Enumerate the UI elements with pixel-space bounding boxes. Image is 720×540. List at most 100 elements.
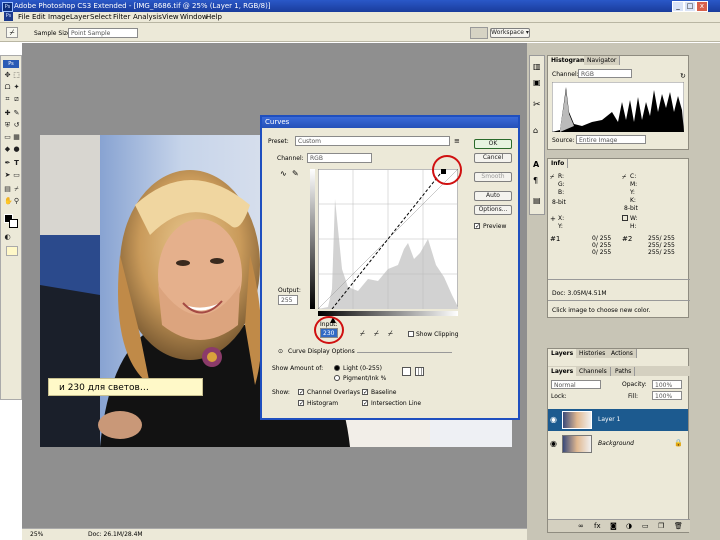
gray-eyedropper-icon[interactable]: ⌿ xyxy=(374,329,379,339)
trash-icon[interactable]: 🗑 xyxy=(674,522,683,530)
clone-stamp-icon[interactable]: ⛨ xyxy=(4,122,11,129)
hand-tool-icon[interactable]: ✋ xyxy=(4,198,13,205)
smooth-button[interactable]: Smooth xyxy=(474,172,512,182)
menu-filter[interactable]: Filter xyxy=(113,13,130,21)
eraser-tool-icon[interactable]: ▭ xyxy=(4,134,11,141)
type-tool-icon[interactable]: T xyxy=(13,160,20,167)
tab-actions[interactable]: Actions xyxy=(608,349,637,358)
intersection-line-checkbox[interactable]: ✓ xyxy=(362,400,368,407)
tab-navigator[interactable]: Navigator xyxy=(584,56,621,65)
menu-image[interactable]: Image xyxy=(48,13,70,21)
tools-panel-icon[interactable]: ✂ xyxy=(533,100,541,110)
new-layer-icon[interactable]: ❐ xyxy=(658,522,664,530)
info-panel-icon[interactable]: ▤ xyxy=(533,196,541,205)
fill-field[interactable]: 100% xyxy=(652,391,682,400)
shape-tool-icon[interactable]: ▭ xyxy=(13,172,20,179)
brushes-palette-icon[interactable] xyxy=(470,27,488,39)
maximize-button[interactable]: □ xyxy=(684,1,696,12)
screen-mode-icon[interactable] xyxy=(6,246,18,256)
channel-select[interactable]: RGB xyxy=(307,153,372,163)
histogram-panel-icon[interactable]: ▥ xyxy=(533,62,541,71)
auto-button[interactable]: Auto xyxy=(474,191,512,201)
paragraph-panel-icon[interactable]: ¶ xyxy=(533,176,538,185)
menu-window[interactable]: Window xyxy=(180,13,208,21)
histogram-channel-select[interactable]: RGB xyxy=(578,69,632,78)
refresh-icon[interactable]: ↻ xyxy=(680,72,686,80)
menu-help[interactable]: Help xyxy=(206,13,222,21)
dodge-tool-icon[interactable]: ● xyxy=(13,146,20,153)
healing-brush-icon[interactable]: ✚ xyxy=(4,110,11,117)
ps-menu-icon[interactable]: Ps xyxy=(4,12,13,21)
white-eyedropper-icon[interactable]: ⌿ xyxy=(388,329,393,339)
blend-mode-select[interactable]: Normal xyxy=(551,380,601,389)
zoom-tool-icon[interactable]: ⚲ xyxy=(13,198,20,205)
gradient-tool-icon[interactable]: ▦ xyxy=(13,134,20,141)
tab-info[interactable]: Info xyxy=(548,159,569,168)
layer-style-icon[interactable]: fx xyxy=(594,522,601,530)
menu-layer[interactable]: Layer xyxy=(70,13,90,21)
layer-row-layer-1[interactable]: ◉ Layer 1 xyxy=(548,409,688,431)
path-selection-icon[interactable]: ➤ xyxy=(4,172,11,179)
source-select[interactable]: Entire Image xyxy=(576,135,646,144)
workspace-button[interactable]: Workspace ▾ xyxy=(490,28,530,38)
background-color-swatch[interactable] xyxy=(9,219,18,228)
magic-wand-icon[interactable]: ✦ xyxy=(13,84,20,91)
curve-point-tool-icon[interactable]: ∿ xyxy=(280,169,290,179)
link-layers-icon[interactable]: ∞ xyxy=(578,522,584,530)
ok-button[interactable]: OK xyxy=(474,139,512,149)
tab-layers-group[interactable]: Layers xyxy=(548,349,578,358)
histogram-checkbox[interactable]: ✓ xyxy=(298,400,304,407)
blur-tool-icon[interactable]: ◆ xyxy=(4,146,11,153)
pigment-radio[interactable] xyxy=(334,375,340,381)
pencil-tool-icon[interactable]: ✎ xyxy=(292,169,302,179)
crop-tool-icon[interactable]: ⌗ xyxy=(4,96,11,103)
light-radio[interactable] xyxy=(334,365,340,371)
new-group-icon[interactable]: ▭ xyxy=(642,522,649,530)
opacity-field[interactable]: 100% xyxy=(652,380,682,389)
brush-tool-icon[interactable]: ✎ xyxy=(13,110,20,117)
marquee-tool-icon[interactable]: ⬚ xyxy=(13,72,20,79)
layer-row-background[interactable]: ◉ Background 🔒 xyxy=(548,433,688,455)
slice-tool-icon[interactable]: ⧄ xyxy=(13,96,20,103)
menu-edit[interactable]: Edit xyxy=(32,13,46,21)
clone-panel-icon[interactable]: ⌂ xyxy=(533,126,538,135)
detailed-grid-icon[interactable] xyxy=(415,367,424,376)
visibility-eye-icon[interactable]: ◉ xyxy=(550,415,557,424)
cancel-button[interactable]: Cancel xyxy=(474,153,512,163)
options-button[interactable]: Options... xyxy=(474,205,512,215)
baseline-checkbox[interactable]: ✓ xyxy=(362,389,368,396)
quick-mask-icon[interactable]: ◐ xyxy=(4,234,11,241)
history-brush-icon[interactable]: ↺ xyxy=(13,122,20,129)
black-eyedropper-icon[interactable]: ⌿ xyxy=(360,329,365,339)
navigator-panel-icon[interactable]: ▣ xyxy=(533,78,541,87)
tab-layers[interactable]: Layers xyxy=(548,367,578,376)
menu-file[interactable]: File xyxy=(18,13,30,21)
sample-size-select[interactable]: Point Sample xyxy=(68,28,138,38)
eyedropper-tool-icon[interactable]: ⌿ xyxy=(13,186,20,193)
visibility-eye-icon[interactable]: ◉ xyxy=(550,439,557,448)
pen-tool-icon[interactable]: ✒ xyxy=(4,160,11,167)
expand-arrow-icon[interactable]: ⊙ xyxy=(278,348,283,355)
lasso-tool-icon[interactable]: ᗝ xyxy=(4,84,11,91)
preview-checkbox[interactable]: ✓ xyxy=(474,223,480,230)
show-clipping-checkbox[interactable] xyxy=(408,331,414,337)
tab-channels[interactable]: Channels xyxy=(576,367,611,376)
adjustment-layer-icon[interactable]: ◑ xyxy=(626,522,632,530)
move-tool-icon[interactable]: ✥ xyxy=(4,72,11,79)
menu-view[interactable]: View xyxy=(162,13,179,21)
output-field[interactable]: 255 xyxy=(278,295,298,305)
menu-analysis[interactable]: Analysis xyxy=(133,13,162,21)
preset-select[interactable]: Custom xyxy=(295,136,450,146)
layer-mask-icon[interactable]: ◙ xyxy=(610,522,617,530)
minimize-button[interactable]: _ xyxy=(672,1,684,12)
menu-select[interactable]: Select xyxy=(90,13,112,21)
eyedropper-icon[interactable]: ⌿ xyxy=(6,27,18,38)
notes-tool-icon[interactable]: ▤ xyxy=(4,186,11,193)
curves-graph[interactable] xyxy=(318,169,458,309)
tab-paths[interactable]: Paths xyxy=(612,367,636,376)
preset-options-icon[interactable]: ≡ xyxy=(454,137,462,145)
channel-overlays-checkbox[interactable]: ✓ xyxy=(298,389,304,396)
tab-histories[interactable]: Histories xyxy=(576,349,610,358)
simple-grid-icon[interactable] xyxy=(402,367,411,376)
close-button[interactable]: x xyxy=(696,1,708,12)
